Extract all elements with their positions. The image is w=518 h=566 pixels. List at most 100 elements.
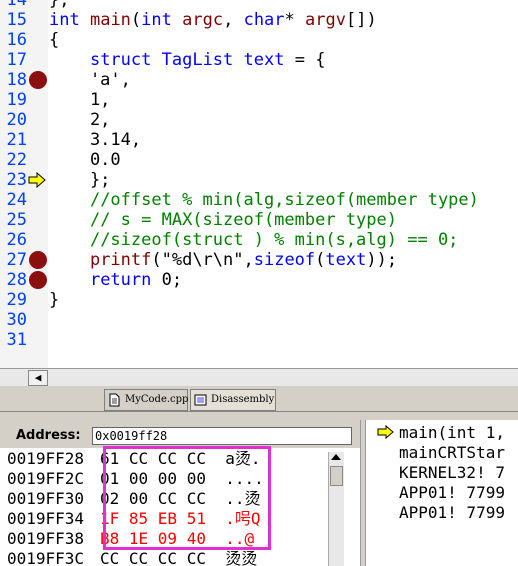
keyword-token: return <box>89 270 152 290</box>
code-token: 0.0 <box>49 150 121 170</box>
code-line: 0.0 <box>49 150 121 170</box>
horizontal-scrollbar[interactable]: ◀ <box>0 368 518 386</box>
keyword-token: sizeof <box>253 250 316 270</box>
code-line: }; <box>49 0 69 10</box>
memory-address: 0019FF30 <box>7 489 85 508</box>
document-icon <box>109 393 120 407</box>
breakpoint-icon[interactable] <box>29 251 47 269</box>
line-number: 18 <box>6 70 27 90</box>
line-number: 20 <box>6 110 27 130</box>
tab-label: Disassembly <box>211 394 275 405</box>
code-token: )); <box>366 250 398 270</box>
call-stack-frame[interactable]: KERNEL32! 7 <box>399 464 505 482</box>
memory-window-header: Address: 0x0019ff28 <box>0 424 360 448</box>
address-input[interactable]: 0x0019ff28 <box>92 427 352 445</box>
line-number: 22 <box>6 150 27 170</box>
code-line: 2, <box>49 110 110 130</box>
code-line: 3.14, <box>49 130 141 150</box>
code-line: } <box>49 290 59 310</box>
line-number: 28 <box>6 270 27 290</box>
keyword-token: int <box>141 10 172 30</box>
keyword-token: text <box>325 250 367 270</box>
scroll-up-arrow-icon[interactable] <box>331 454 341 460</box>
code-token: ( <box>130 10 142 30</box>
memory-address: 0019FF2C <box>7 469 85 488</box>
line-number: 29 <box>6 290 27 310</box>
call-stack-frame[interactable]: APP01! 7799 <box>399 484 505 502</box>
editor-gutter[interactable]: 14 15 16 17 18 19 20 21 22 23 24 25 26 27 28 29 30 31 <box>0 0 48 368</box>
memory-ascii: 烫烫 <box>225 549 258 566</box>
keyword-token: int <box>49 10 80 30</box>
line-number: 14 <box>6 0 27 10</box>
line-number: 27 <box>6 250 27 270</box>
keyword-token: struct <box>89 50 152 70</box>
code-line: int main(int argc, char* argv[]) <box>49 10 377 30</box>
line-number: 24 <box>6 190 27 210</box>
comment-token: //offset % min(alg,sizeof(member type) <box>89 190 479 210</box>
editor-tab-bar: MyCode.cpp Disassembly <box>0 386 518 412</box>
scroll-left-button[interactable]: ◀ <box>28 370 48 386</box>
memory-bytes: CC CC CC CC <box>100 549 206 566</box>
line-number: 19 <box>6 90 27 110</box>
current-line-arrow-icon <box>28 172 46 188</box>
code-token: 1, <box>49 90 111 110</box>
address-label: Address: <box>16 428 81 443</box>
code-line: 'a', <box>49 70 131 90</box>
disassembly-icon <box>194 394 207 406</box>
tab-label: MyCode.cpp <box>125 394 189 405</box>
call-stack-frame[interactable]: main(int 1, <box>399 424 505 442</box>
code-line: // s = MAX(sizeof(member type) <box>49 210 397 230</box>
line-number: 30 <box>6 310 27 330</box>
code-line: printf("%d\r\n",sizeof(text)); <box>49 250 397 270</box>
keyword-token: char <box>243 10 285 30</box>
tab-mycode-cpp[interactable]: MyCode.cpp <box>104 389 188 411</box>
line-number: 21 <box>6 130 27 150</box>
call-stack-frame[interactable]: mainCRTStar <box>399 444 505 462</box>
line-number: 23 <box>6 170 27 190</box>
identifier-token: argc <box>182 10 224 30</box>
code-token: 0; <box>151 270 183 290</box>
code-editor[interactable]: 14 15 16 17 18 19 20 21 22 23 24 25 26 27 28 29 30 31 }; i… <box>0 0 518 368</box>
code-token: ("%d\r\n", <box>151 250 254 270</box>
call-stack-window[interactable]: main(int 1, mainCRTStar KERNEL32! 7 APP01! … <box>366 420 518 566</box>
highlight-box <box>103 446 271 550</box>
keyword-token: TagList <box>161 50 234 70</box>
code-token: }; <box>49 0 70 10</box>
tab-disassembly[interactable]: Disassembly <box>190 389 276 411</box>
code-token: } <box>49 290 60 310</box>
code-token: = { <box>284 50 326 70</box>
breakpoint-icon[interactable] <box>29 71 47 89</box>
memory-address: 0019FF28 <box>7 449 85 468</box>
code-line: 1, <box>49 90 110 110</box>
memory-address: 0019FF38 <box>7 529 85 548</box>
scroll-left-arrow-icon: ◀ <box>34 371 42 384</box>
code-token: }; <box>49 170 111 190</box>
code-token: { <box>49 30 60 50</box>
line-number: 15 <box>6 10 27 30</box>
code-line: struct TagList text = { <box>49 50 325 70</box>
current-frame-arrow-icon <box>377 425 394 439</box>
code-line: return 0; <box>49 270 182 290</box>
code-token: 2, <box>49 110 111 130</box>
call-stack-frame[interactable]: APP01! 7799 <box>399 504 505 522</box>
code-token: 3.14, <box>49 130 142 150</box>
code-token: * <box>284 10 306 30</box>
comment-token: // s = MAX(sizeof(member type) <box>89 210 397 230</box>
code-line: //sizeof(struct ) % min(s,alg) == 0; <box>49 230 458 250</box>
memory-vertical-scrollbar[interactable] <box>328 452 344 566</box>
memory-address: 0019FF3C <box>7 549 85 566</box>
memory-row[interactable]: 0019FF3C CC CC CC CC 烫烫 <box>7 549 257 566</box>
code-line: //offset % min(alg,sizeof(member type) <box>49 190 479 210</box>
breakpoint-icon[interactable] <box>29 271 47 289</box>
line-number: 26 <box>6 230 27 250</box>
scroll-thumb[interactable] <box>330 466 343 486</box>
code-line: { <box>49 30 59 50</box>
code-line: }; <box>49 170 110 190</box>
